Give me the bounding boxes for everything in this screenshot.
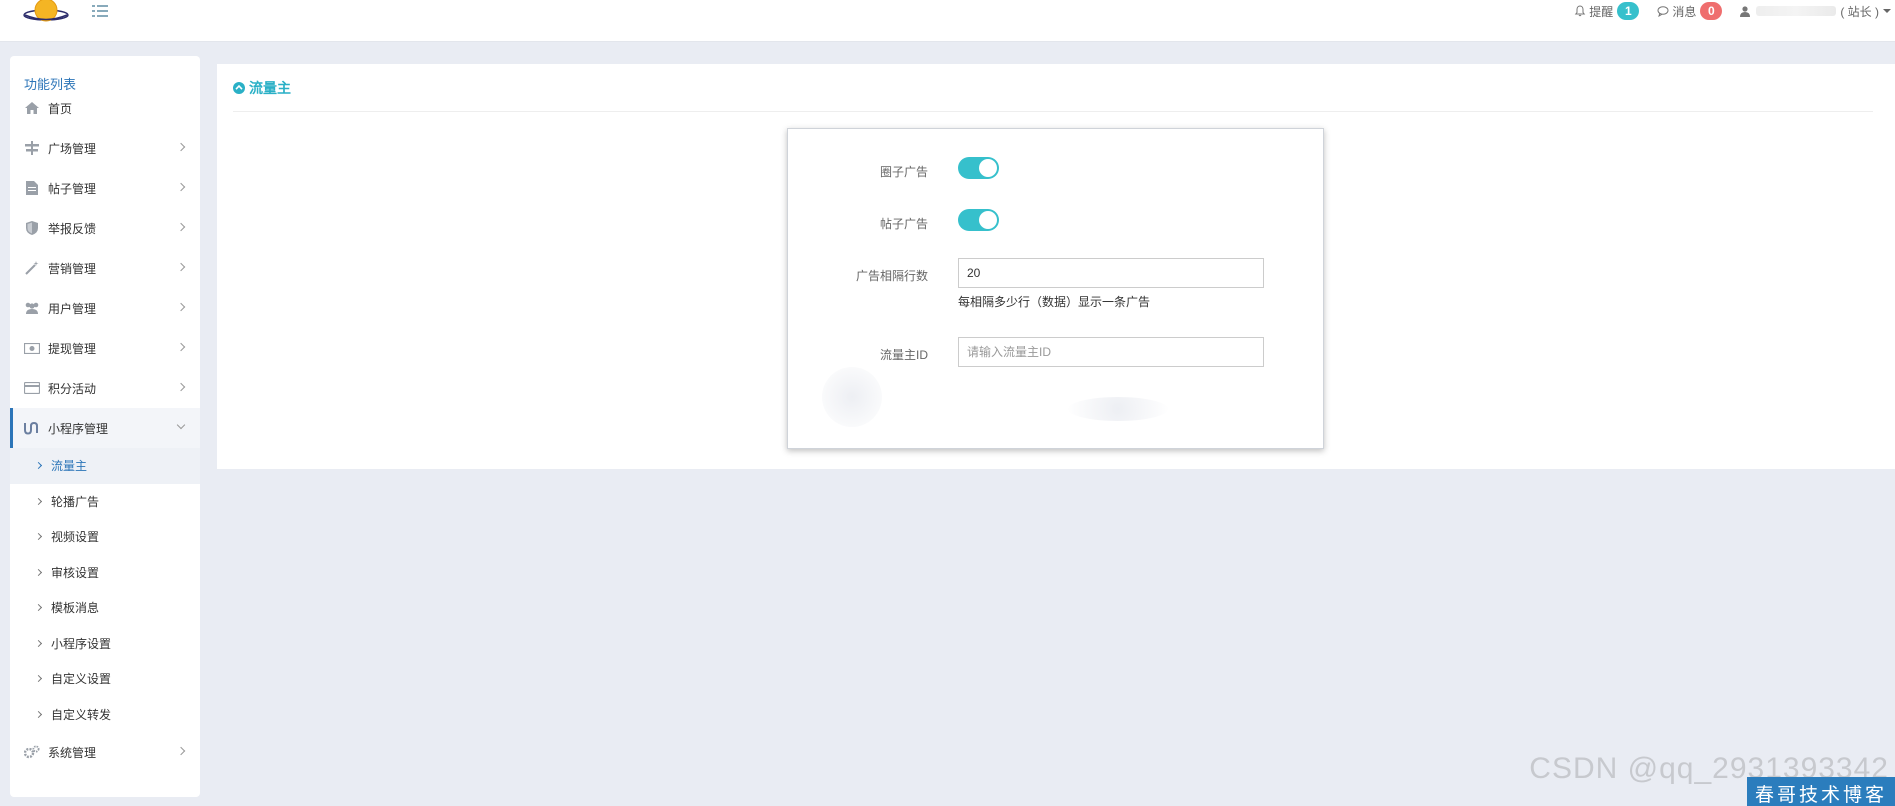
planet-logo-icon[interactable]: [22, 0, 70, 30]
sidebar-item-label: 小程序管理: [48, 421, 109, 436]
chevron-right-icon: [176, 382, 186, 392]
credit-card-icon: [24, 380, 40, 396]
reminder-button[interactable]: 提醒 1: [1574, 2, 1640, 20]
interval-input[interactable]: [958, 258, 1264, 288]
sidebar-nav: 首页 广场管理 帖子管理 举报反馈 营销管理 用户管理 提现管理 积分活动 小程…: [10, 88, 200, 772]
faded-artifact: [822, 367, 882, 427]
sidebar-item-users[interactable]: 用户管理: [10, 288, 200, 328]
sidebar-subitem-label: 视频设置: [51, 530, 100, 545]
panel-header: 流量主: [233, 64, 1873, 112]
sidebar-subitem-label: 小程序设置: [51, 636, 112, 651]
sidebar-item-label: 首页: [48, 101, 73, 116]
chevron-right-icon: [176, 182, 186, 192]
menu-toggle-icon[interactable]: [92, 4, 108, 18]
sidebar-item-marketing[interactable]: 营销管理: [10, 248, 200, 288]
arrow-circle-up-icon: [233, 81, 245, 94]
sidebar-item-label: 帖子管理: [48, 181, 97, 196]
sidebar-subitem-mini-program-settings[interactable]: 小程序设置: [10, 626, 200, 662]
sidebar-subitem-custom-forward[interactable]: 自定义转发: [10, 697, 200, 733]
sidebar-subitem-label: 审核设置: [51, 565, 100, 580]
sidebar-item-label: 营销管理: [48, 261, 97, 276]
traffic-id-label: 流量主ID: [879, 348, 928, 362]
chevron-right-icon: [34, 604, 43, 612]
circle-ad-toggle[interactable]: [958, 157, 999, 179]
chevron-right-icon: [176, 142, 186, 152]
post-ad-label: 帖子广告: [879, 217, 928, 231]
sidebar: 功能列表 首页 广场管理 帖子管理 举报反馈 营销管理 用户管理 提现管理 积分…: [10, 56, 200, 797]
chat-bubble-icon: [1657, 6, 1669, 17]
gears-icon: [24, 744, 40, 760]
sidebar-item-home[interactable]: 首页: [10, 88, 200, 128]
traffic-master-settings-card: 圈子广告 帖子广告 广告相隔行数 每相隔多少行（数据）显示一条广告 流量主ID: [787, 128, 1324, 449]
user-icon: [1740, 5, 1751, 17]
sidebar-subitem-custom-settings[interactable]: 自定义设置: [10, 661, 200, 697]
user-menu[interactable]: ( 站长 ): [1740, 3, 1891, 20]
chevron-right-icon: [176, 262, 186, 272]
chevron-right-icon: [34, 639, 43, 647]
chevron-down-icon: [176, 420, 186, 430]
sidebar-item-label: 提现管理: [48, 341, 97, 356]
money-icon: [24, 340, 40, 356]
sidebar-subitem-label: 模板消息: [51, 601, 100, 616]
reminder-label: 提醒: [1589, 4, 1614, 19]
chevron-right-icon: [34, 710, 43, 718]
sidebar-item-label: 举报反馈: [48, 221, 97, 236]
chevron-right-icon: [34, 497, 43, 505]
signpost-icon: [24, 140, 40, 156]
interval-label: 广告相隔行数: [855, 269, 928, 283]
sidebar-item-points[interactable]: 积分活动: [10, 368, 200, 408]
message-button[interactable]: 消息 0: [1657, 2, 1723, 20]
sidebar-item-label: 积分活动: [48, 381, 97, 396]
mini-program-icon: [24, 420, 40, 436]
sidebar-subitem-template-messages[interactable]: 模板消息: [10, 590, 200, 626]
sidebar-subitem-traffic-master[interactable]: 流量主: [10, 448, 200, 484]
sidebar-item-mini-program[interactable]: 小程序管理: [10, 408, 200, 448]
sidebar-subitem-video-settings[interactable]: 视频设置: [10, 519, 200, 555]
sidebar-subitem-review-settings[interactable]: 审核设置: [10, 555, 200, 591]
home-icon: [24, 100, 40, 116]
sidebar-item-posts[interactable]: 帖子管理: [10, 168, 200, 208]
user-role: ( 站长 ): [1840, 4, 1879, 19]
chevron-right-icon: [176, 342, 186, 352]
message-label: 消息: [1672, 4, 1697, 19]
page-title: 流量主: [249, 79, 291, 96]
traffic-id-input[interactable]: [958, 337, 1264, 367]
chevron-right-icon: [34, 462, 43, 470]
document-icon: [24, 180, 40, 196]
message-count-badge: 0: [1700, 2, 1723, 20]
username-blurred: [1756, 6, 1837, 16]
shield-icon: [24, 220, 40, 236]
sidebar-subitem-label: 轮播广告: [51, 494, 100, 509]
top-header: 提醒 1 消息 0 ( 站长 ): [0, 0, 1895, 42]
chevron-right-icon: [176, 746, 186, 756]
sidebar-item-label: 广场管理: [48, 141, 97, 156]
interval-help-text: 每相隔多少行（数据）显示一条广告: [958, 295, 1151, 309]
sidebar-item-system[interactable]: 系统管理: [10, 732, 200, 772]
circle-ad-label: 圈子广告: [879, 165, 928, 179]
users-icon: [24, 300, 40, 316]
sidebar-subitem-label: 自定义转发: [51, 707, 112, 722]
sidebar-subitem-carousel-ads[interactable]: 轮播广告: [10, 484, 200, 520]
chevron-right-icon: [34, 675, 43, 683]
chevron-right-icon: [176, 302, 186, 312]
chevron-right-icon: [34, 533, 43, 541]
caret-down-icon: [1883, 9, 1891, 13]
faded-artifact: [1068, 397, 1168, 421]
blog-watermark: 春哥技术博客: [1746, 777, 1895, 806]
reminder-count-badge: 1: [1617, 2, 1640, 20]
chevron-right-icon: [176, 222, 186, 232]
magic-wand-icon: [24, 260, 40, 276]
sidebar-subitem-label: 自定义设置: [51, 672, 112, 687]
sidebar-item-square[interactable]: 广场管理: [10, 128, 200, 168]
sidebar-item-withdraw[interactable]: 提现管理: [10, 328, 200, 368]
bell-icon: [1575, 5, 1586, 17]
sidebar-item-reports[interactable]: 举报反馈: [10, 208, 200, 248]
post-ad-toggle[interactable]: [958, 209, 999, 231]
header-actions: 提醒 1 消息 0 ( 站长 ): [1574, 0, 1895, 22]
sidebar-subitem-label: 流量主: [51, 459, 88, 474]
sidebar-item-label: 系统管理: [48, 745, 97, 760]
chevron-right-icon: [34, 568, 43, 576]
sidebar-item-label: 用户管理: [48, 301, 97, 316]
